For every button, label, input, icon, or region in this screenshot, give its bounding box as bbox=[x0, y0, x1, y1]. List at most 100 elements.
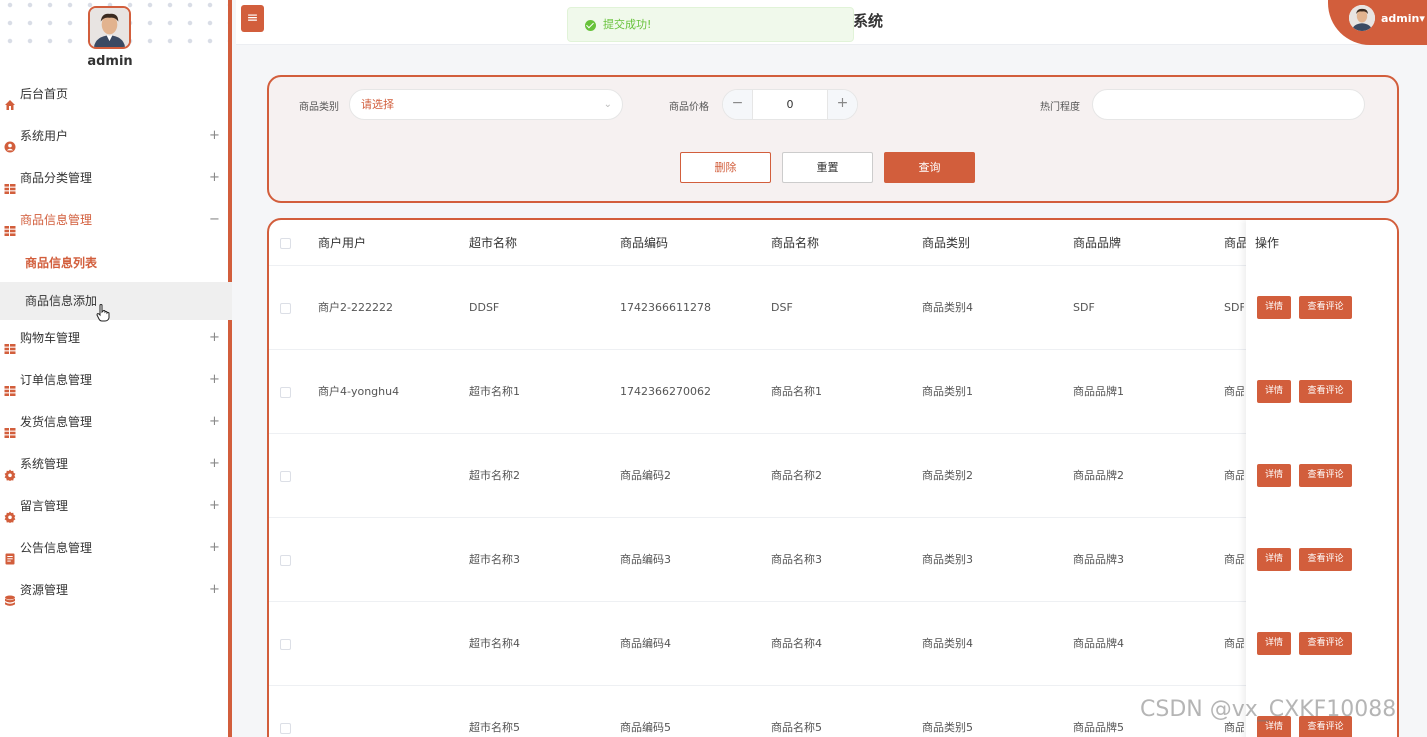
detail-button[interactable]: 详情 bbox=[1257, 296, 1291, 319]
view-comments-button[interactable]: 查看评论 bbox=[1299, 296, 1352, 319]
view-comments-button[interactable]: 查看评论 bbox=[1299, 632, 1352, 655]
sidebar-item-label: 商品分类管理 bbox=[20, 171, 93, 185]
code-cell: 1742366270062 bbox=[620, 385, 711, 398]
code-cell: 商品编码5 bbox=[620, 721, 671, 734]
sidebar-item[interactable]: 商品信息管理 − bbox=[0, 202, 232, 244]
brand-cell: SDF bbox=[1073, 301, 1095, 314]
row-checkbox[interactable] bbox=[280, 387, 291, 398]
category-cell: 商品类别5 bbox=[922, 721, 973, 734]
expand-icon[interactable]: + bbox=[209, 530, 220, 566]
sidebar-menu: 后台首页 系统用户 + 商品分类管理 + 商品信息管理 − 商品信息列表 商品信息添加 购物车管理… bbox=[0, 76, 232, 614]
home-icon bbox=[4, 89, 16, 110]
expand-icon[interactable]: + bbox=[209, 404, 220, 440]
user-icon bbox=[4, 131, 16, 153]
detail-button[interactable]: 详情 bbox=[1257, 632, 1291, 655]
price-input[interactable]: 0 bbox=[753, 90, 827, 119]
watermark: CSDN @vx_CXKF10088 bbox=[1140, 697, 1397, 722]
view-comments-button[interactable]: 查看评论 bbox=[1299, 380, 1352, 403]
expand-icon[interactable]: + bbox=[209, 362, 220, 398]
brand-cell: 商品品牌5 bbox=[1073, 721, 1124, 734]
sidebar-item[interactable]: 后台首页 bbox=[0, 76, 232, 118]
sidebar-item[interactable]: 订单信息管理 + bbox=[0, 362, 232, 404]
sidebar-subitem[interactable]: 商品信息列表 bbox=[0, 244, 232, 282]
sidebar-item-label: 商品信息管理 bbox=[20, 213, 93, 227]
expand-icon[interactable]: + bbox=[209, 572, 220, 608]
row-checkbox[interactable] bbox=[280, 471, 291, 482]
sidebar-item[interactable]: 商品分类管理 + bbox=[0, 160, 232, 202]
price-decrement-button[interactable]: − bbox=[723, 90, 753, 119]
code-cell: 1742366611278 bbox=[620, 301, 711, 314]
sidebar-item[interactable]: 系统用户 + bbox=[0, 118, 232, 160]
view-comments-button[interactable]: 查看评论 bbox=[1299, 548, 1352, 571]
hot-input[interactable] bbox=[1092, 89, 1365, 120]
name-cell: 商品名称4 bbox=[771, 637, 822, 650]
brand-cell: 商品品牌1 bbox=[1073, 385, 1124, 398]
market-cell: 超市名称2 bbox=[469, 469, 520, 482]
name-cell: 商品名称1 bbox=[771, 385, 822, 398]
market-cell: 超市名称5 bbox=[469, 721, 520, 734]
detail-button[interactable]: 详情 bbox=[1257, 548, 1291, 571]
sidebar-item[interactable]: 系统管理 + bbox=[0, 446, 232, 488]
sidebar-item-label: 订单信息管理 bbox=[20, 373, 93, 387]
query-button[interactable]: 查询 bbox=[884, 152, 975, 183]
sidebar-item[interactable]: 购物车管理 + bbox=[0, 320, 232, 362]
grid-icon bbox=[4, 215, 16, 236]
grid-icon bbox=[4, 173, 16, 194]
expand-icon[interactable]: + bbox=[209, 320, 220, 356]
code-cell: 商品编码4 bbox=[620, 637, 671, 650]
reset-button[interactable]: 重置 bbox=[782, 152, 873, 183]
select-all-checkbox[interactable] bbox=[280, 238, 291, 249]
extra-cell: SDF bbox=[1224, 301, 1244, 314]
expand-icon[interactable]: + bbox=[209, 160, 220, 196]
sidebar-item[interactable]: 发货信息管理 + bbox=[0, 404, 232, 446]
name-cell: 商品名称5 bbox=[771, 721, 822, 734]
sidebar-item[interactable]: 公告信息管理 + bbox=[0, 530, 232, 572]
menu-toggle-button[interactable]: ≡ bbox=[241, 5, 264, 32]
brand-cell: 商品品牌3 bbox=[1073, 553, 1124, 566]
category-select[interactable]: 请选择 ⌄ bbox=[349, 89, 623, 120]
row-checkbox[interactable] bbox=[280, 555, 291, 566]
market-cell: 超市名称1 bbox=[469, 385, 520, 398]
category-cell: 商品类别4 bbox=[922, 301, 973, 314]
avatar[interactable] bbox=[88, 6, 131, 49]
code-cell: 商品编码2 bbox=[620, 469, 671, 482]
detail-button[interactable]: 详情 bbox=[1257, 380, 1291, 403]
sidebar-item-label: 购物车管理 bbox=[20, 331, 81, 345]
detail-button[interactable]: 详情 bbox=[1257, 464, 1291, 487]
delete-button[interactable]: 删除 bbox=[680, 152, 771, 183]
brand-header: 商品品牌 bbox=[1073, 236, 1122, 250]
price-increment-button[interactable]: + bbox=[827, 90, 857, 119]
expand-icon[interactable]: + bbox=[209, 488, 220, 524]
sidebar-item[interactable]: 资源管理 + bbox=[0, 572, 232, 614]
sidebar-item[interactable]: 留言管理 + bbox=[0, 488, 232, 530]
expand-icon[interactable]: + bbox=[209, 118, 220, 154]
view-comments-button[interactable]: 查看评论 bbox=[1299, 464, 1352, 487]
table-row: 商户2-222222 DDSF 1742366611278 DSF 商品类别4 SDF SD… bbox=[269, 266, 1397, 350]
grid-icon bbox=[4, 417, 16, 438]
row-checkbox[interactable] bbox=[280, 639, 291, 650]
expand-icon[interactable]: + bbox=[209, 446, 220, 482]
sidebar-item-label: 发货信息管理 bbox=[20, 415, 93, 429]
gear-icon bbox=[4, 459, 16, 481]
category-select-placeholder: 请选择 bbox=[361, 98, 394, 111]
category-cell: 商品类别4 bbox=[922, 637, 973, 650]
extra-cell: 商品 bbox=[1224, 385, 1244, 398]
collapse-icon[interactable]: − bbox=[209, 202, 220, 238]
extra-cell: 商品 bbox=[1224, 637, 1244, 650]
row-checkbox[interactable] bbox=[280, 723, 291, 734]
page-title: 系统 bbox=[853, 12, 884, 30]
name-cell: 商品名称2 bbox=[771, 469, 822, 482]
sidebar-subitem[interactable]: 商品信息添加 bbox=[0, 282, 232, 320]
row-checkbox[interactable] bbox=[280, 303, 291, 314]
sidebar: admin 后台首页 系统用户 + 商品分类管理 + 商品信息管理 − 商品信息列表 商品信息添… bbox=[0, 0, 232, 737]
database-icon bbox=[4, 585, 16, 606]
sidebar-header: admin bbox=[0, 0, 228, 76]
brand-cell: 商品品牌2 bbox=[1073, 469, 1124, 482]
extra-cell: 商品 bbox=[1224, 469, 1244, 482]
user-name[interactable]: admin▾ bbox=[1381, 12, 1425, 25]
product-table: 商户用户 超市名称 商品编码 商品名称 商品类别 商品品牌 商品 商户2-222222 DDSF… bbox=[267, 218, 1399, 737]
hand-cursor-icon bbox=[96, 304, 110, 322]
user-avatar[interactable] bbox=[1349, 5, 1375, 31]
document-icon bbox=[4, 543, 16, 565]
market-header: 超市名称 bbox=[469, 236, 518, 250]
